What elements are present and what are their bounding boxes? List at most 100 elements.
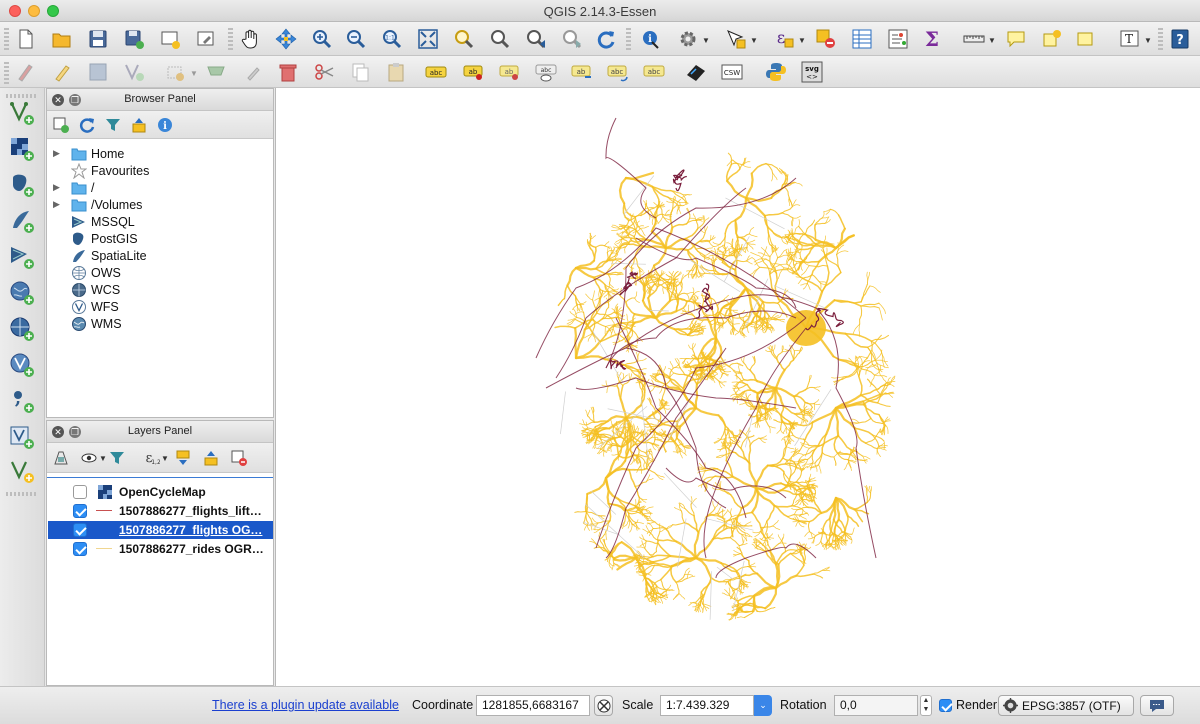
toggle-editing-pencil-icon[interactable] bbox=[50, 60, 74, 84]
map-tips-icon[interactable] bbox=[1004, 27, 1028, 51]
browser-item-home[interactable]: ▶ Home bbox=[47, 145, 273, 162]
browser-item-favourites[interactable]: Favourites bbox=[47, 162, 273, 179]
save-as-icon[interactable] bbox=[122, 27, 146, 51]
expand-arrow-icon[interactable]: ▶ bbox=[53, 199, 60, 210]
toolbar-grip[interactable] bbox=[6, 492, 38, 496]
collapse-all-icon[interactable] bbox=[129, 115, 149, 135]
layer-row-rides[interactable]: 1507886277_rides OGR… bbox=[48, 540, 273, 558]
expand-arrow-icon[interactable]: ▶ bbox=[53, 182, 60, 193]
zoom-last-icon[interactable] bbox=[524, 27, 548, 51]
layer-styling-icon[interactable] bbox=[51, 448, 71, 468]
new-print-composer-icon[interactable] bbox=[158, 27, 182, 51]
save-project-icon[interactable] bbox=[86, 27, 110, 51]
select-by-expression-icon[interactable]: ε bbox=[772, 27, 796, 51]
rotation-stepper[interactable]: ▲ ▼ bbox=[920, 695, 932, 716]
new-project-icon[interactable] bbox=[14, 27, 38, 51]
open-project-icon[interactable] bbox=[50, 27, 74, 51]
add-postgis-layer-icon[interactable] bbox=[9, 172, 35, 198]
zoom-out-icon[interactable] bbox=[344, 27, 368, 51]
expand-all-icon[interactable] bbox=[173, 448, 193, 468]
move-label-icon[interactable]: ab bbox=[570, 60, 594, 84]
coordinate-field[interactable]: 1281855,6683167 bbox=[476, 695, 590, 716]
add-wms-layer-icon[interactable] bbox=[9, 280, 35, 306]
python-console-icon[interactable] bbox=[764, 60, 788, 84]
measure-dropdown-caret[interactable]: ▼ bbox=[988, 36, 996, 45]
save-layer-edits-icon[interactable] bbox=[86, 60, 110, 84]
filter-by-expression-icon[interactable]: ε 1,2 bbox=[141, 448, 161, 468]
pan-hand-icon[interactable] bbox=[238, 27, 262, 51]
messages-button[interactable] bbox=[1140, 695, 1174, 716]
deselect-all-icon[interactable] bbox=[814, 27, 838, 51]
measure-ruler-icon[interactable] bbox=[962, 27, 986, 51]
zoom-to-selection-icon[interactable] bbox=[452, 27, 476, 51]
refresh-icon[interactable] bbox=[594, 27, 618, 51]
pan-to-selection-icon[interactable] bbox=[274, 27, 298, 51]
layer-row-flights-selected[interactable]: 1507886277_flights OG… bbox=[48, 521, 273, 539]
visibility-dropdown-caret[interactable]: ▼ bbox=[99, 454, 107, 463]
crs-button[interactable]: EPSG:3857 (OTF) bbox=[998, 695, 1134, 716]
new-vector-layer-icon[interactable] bbox=[9, 458, 35, 484]
browser-item-wcs[interactable]: WCS bbox=[47, 281, 273, 298]
add-virtual-layer-icon[interactable] bbox=[9, 424, 35, 450]
add-wcs-layer-icon[interactable] bbox=[9, 316, 35, 342]
browser-item-postgis[interactable]: PostGIS bbox=[47, 230, 273, 247]
node-tool-icon[interactable] bbox=[204, 60, 228, 84]
remove-layer-icon[interactable] bbox=[229, 448, 249, 468]
add-wfs-layer-icon[interactable] bbox=[9, 352, 35, 378]
add-raster-layer-icon[interactable] bbox=[9, 136, 35, 162]
browser-item-mssql[interactable]: MSSQL bbox=[47, 213, 273, 230]
help-icon[interactable]: ? bbox=[1168, 27, 1192, 51]
toolbar-grip[interactable] bbox=[4, 28, 9, 50]
digitize-tablet-icon[interactable] bbox=[684, 60, 708, 84]
pin-labels-icon[interactable]: ab bbox=[462, 60, 486, 84]
actions-gear-icon[interactable] bbox=[676, 27, 700, 51]
add-vector-layer-icon[interactable] bbox=[9, 100, 35, 126]
delete-selected-trash-icon[interactable] bbox=[276, 60, 300, 84]
map-render[interactable] bbox=[276, 88, 1200, 686]
browser-item-wms[interactable]: WMS bbox=[47, 315, 273, 332]
render-checkbox[interactable] bbox=[939, 699, 952, 712]
attribute-table-icon[interactable] bbox=[850, 27, 874, 51]
layer-labeling-abc-icon[interactable]: abc bbox=[424, 60, 448, 84]
zoom-to-layer-icon[interactable] bbox=[488, 27, 512, 51]
scale-dropdown-caret[interactable]: ⌄ bbox=[754, 695, 772, 716]
browser-item-root[interactable]: ▶ / bbox=[47, 179, 273, 196]
expression-dropdown-caret[interactable]: ▼ bbox=[161, 454, 169, 463]
layer-visibility-checkbox[interactable] bbox=[73, 542, 87, 556]
browser-item-spatialite[interactable]: SpatiaLite bbox=[47, 247, 273, 264]
move-dropdown-caret[interactable]: ▼ bbox=[190, 69, 198, 78]
select-dropdown-caret[interactable]: ▼ bbox=[750, 36, 758, 45]
collapse-all-icon[interactable] bbox=[201, 448, 221, 468]
text-annotation-icon[interactable]: T bbox=[1118, 27, 1142, 51]
cut-scissors-icon[interactable] bbox=[312, 60, 336, 84]
add-feature-icon[interactable] bbox=[122, 60, 146, 84]
svg-export-icon[interactable]: svg <> bbox=[800, 60, 824, 84]
change-label-icon[interactable]: abc bbox=[642, 60, 666, 84]
actions-dropdown-caret[interactable]: ▼ bbox=[702, 36, 710, 45]
map-canvas[interactable] bbox=[275, 88, 1200, 686]
annotation-dropdown-caret[interactable]: ▼ bbox=[1144, 36, 1152, 45]
field-calculator-icon[interactable] bbox=[886, 27, 910, 51]
edit-feature-icon[interactable] bbox=[242, 60, 266, 84]
add-selected-layers-icon[interactable] bbox=[51, 115, 71, 135]
expand-arrow-icon[interactable]: ▶ bbox=[53, 148, 60, 159]
toggle-extents-mouse-icon[interactable] bbox=[594, 695, 613, 716]
add-mssql-layer-icon[interactable] bbox=[9, 244, 35, 270]
paste-features-icon[interactable] bbox=[384, 60, 408, 84]
toolbar-grip[interactable] bbox=[626, 28, 631, 50]
scale-combobox[interactable]: 1:7.439.329 bbox=[660, 695, 754, 716]
rotate-label-icon[interactable]: abc bbox=[606, 60, 630, 84]
filter-legend-icon[interactable] bbox=[107, 448, 127, 468]
layer-visibility-checkbox[interactable] bbox=[73, 504, 87, 518]
add-delimited-text-layer-icon[interactable]: , bbox=[9, 388, 35, 414]
layer-row-flights-lift[interactable]: 1507886277_flights_lift… bbox=[48, 502, 273, 520]
composer-manager-icon[interactable] bbox=[194, 27, 218, 51]
statistics-sigma-icon[interactable]: Σ bbox=[920, 27, 944, 51]
highlight-pinned-labels-icon[interactable]: ab bbox=[498, 60, 522, 84]
new-bookmark-icon[interactable] bbox=[1040, 27, 1064, 51]
toolbar-grip[interactable] bbox=[228, 28, 233, 50]
layer-visibility-checkbox[interactable] bbox=[73, 485, 87, 499]
show-bookmarks-icon[interactable] bbox=[1074, 27, 1098, 51]
plugin-update-link[interactable]: There is a plugin update available bbox=[212, 698, 399, 712]
move-feature-icon[interactable] bbox=[164, 60, 188, 84]
